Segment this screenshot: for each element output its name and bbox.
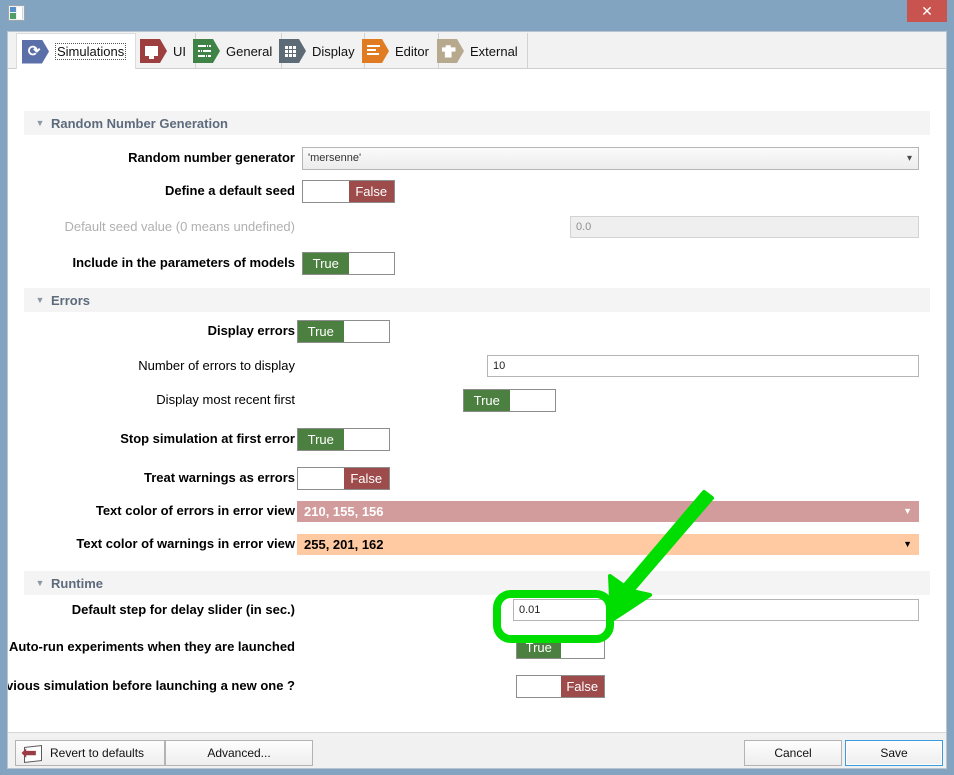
label-random-generator: Random number generator	[128, 150, 295, 165]
tab-ui[interactable]: UI	[135, 33, 196, 69]
treat-warnings-toggle[interactable]: False	[297, 467, 390, 490]
preferences-dialog: ⟳ Simulations UI General Display Editor …	[7, 31, 947, 769]
app-window-icon	[8, 5, 25, 21]
chevron-down-icon: ▼	[903, 506, 912, 516]
settings-window: ✕ ⟳ Simulations UI General Display Edito…	[0, 0, 954, 775]
toggle-left	[517, 676, 561, 697]
include-params-toggle[interactable]: True	[302, 252, 395, 275]
label-seed-value: Default seed value (0 means undefined)	[64, 219, 295, 234]
puzzle-icon	[437, 39, 464, 63]
display-errors-toggle[interactable]: True	[297, 320, 390, 343]
advanced-button-label: Advanced...	[207, 746, 271, 760]
tab-display[interactable]: Display	[274, 33, 365, 69]
revert-to-defaults-button[interactable]: ⬅ Revert to defaults	[15, 740, 165, 766]
recent-first-toggle[interactable]: True	[463, 389, 556, 412]
toggle-right	[560, 637, 604, 658]
delay-step-input[interactable]: 0.01	[513, 599, 919, 621]
label-treat-warnings: Treat warnings as errors	[143, 470, 295, 485]
toggle-left	[298, 468, 344, 489]
label-stop-at-first-error: Stop simulation at first error	[120, 431, 295, 446]
tab-simulations[interactable]: ⟳ Simulations	[16, 33, 137, 69]
grid-icon	[279, 39, 306, 63]
toggle-left: True	[298, 429, 344, 450]
tab-label: UI	[173, 43, 186, 59]
tab-label: Editor	[395, 43, 429, 59]
seed-value-input[interactable]: 0.0	[570, 216, 919, 238]
tab-editor[interactable]: Editor	[357, 33, 439, 69]
chevron-down-icon: ▼	[903, 539, 912, 549]
monitor-icon	[140, 39, 167, 63]
settings-panel: ▼ Random Number Generation Random number…	[8, 69, 946, 732]
label-delay-step: Default step for delay slider (in sec.)	[71, 602, 295, 617]
toggle-left: True	[517, 637, 561, 658]
label-define-seed: Define a default seed	[164, 183, 295, 198]
dialog-footer: ⬅ Revert to defaults Advanced... Cancel …	[8, 732, 946, 768]
title-bar: ✕	[0, 0, 954, 27]
toggle-right	[509, 390, 555, 411]
error-color-value: 210, 155, 156	[304, 504, 384, 519]
toggle-right: False	[348, 181, 394, 202]
undo-arrow-icon: ⬅	[21, 744, 45, 763]
tab-external[interactable]: External	[432, 33, 528, 69]
section-header-rng[interactable]: ▼ Random Number Generation	[24, 111, 930, 135]
lines-icon	[362, 39, 389, 63]
chevron-down-icon[interactable]: ▼	[32, 295, 48, 305]
toggle-left	[303, 181, 349, 202]
autorun-toggle[interactable]: True	[516, 636, 605, 659]
label-error-color: Text color of errors in error view	[95, 503, 295, 518]
label-include-params: Include in the parameters of models	[72, 255, 296, 270]
label-recent-first: Display most recent first	[156, 392, 295, 407]
random-generator-value: 'mersenne'	[308, 152, 362, 164]
section-title: Random Number Generation	[51, 115, 228, 131]
label-autorun: Auto-run experiments when they are launc…	[8, 639, 295, 654]
revert-button-label: Revert to defaults	[50, 746, 145, 760]
label-ask-close: Ask to close the previous simulation bef…	[8, 678, 295, 693]
chevron-down-icon[interactable]: ▼	[32, 578, 48, 588]
warning-color-value: 255, 201, 162	[304, 537, 384, 552]
cancel-button-label: Cancel	[774, 746, 812, 760]
section-title: Errors	[51, 292, 91, 308]
toggle-right	[348, 253, 394, 274]
toggle-right: False	[560, 676, 604, 697]
save-button[interactable]: Save	[845, 740, 943, 766]
toggle-left: True	[303, 253, 349, 274]
toggle-right	[343, 429, 389, 450]
tab-general[interactable]: General	[188, 33, 283, 69]
warning-text-color-select[interactable]: 255, 201, 162 ▼	[297, 534, 919, 555]
section-header-errors[interactable]: ▼ Errors	[24, 288, 930, 312]
toggle-left: True	[298, 321, 344, 342]
section-header-runtime[interactable]: ▼ Runtime	[24, 571, 930, 595]
define-seed-toggle[interactable]: False	[302, 180, 395, 203]
tab-label: Simulations	[55, 43, 127, 60]
number-errors-input[interactable]: 10	[487, 355, 919, 377]
save-button-label: Save	[880, 746, 908, 760]
advanced-button[interactable]: Advanced...	[165, 740, 313, 766]
toggle-right	[343, 321, 389, 342]
chevron-down-icon[interactable]: ▼	[32, 118, 48, 128]
refresh-icon: ⟳	[22, 39, 49, 64]
tab-bar: ⟳ Simulations UI General Display Editor …	[8, 32, 946, 69]
label-warning-color: Text color of warnings in error view	[76, 536, 295, 551]
section-title: Runtime	[51, 575, 103, 591]
tab-label: External	[470, 43, 518, 59]
tab-label: Display	[312, 43, 355, 59]
toggle-left: True	[464, 390, 510, 411]
chevron-down-icon: ▾	[906, 153, 912, 164]
error-text-color-select[interactable]: 210, 155, 156 ▼	[297, 501, 919, 522]
tab-label: General	[226, 43, 273, 59]
stop-at-first-error-toggle[interactable]: True	[297, 428, 390, 451]
close-icon[interactable]: ✕	[907, 0, 947, 22]
label-number-errors: Number of errors to display	[138, 358, 295, 373]
ask-close-toggle[interactable]: False	[516, 675, 605, 698]
random-generator-select[interactable]: 'mersenne' ▾	[302, 147, 919, 170]
toggle-right: False	[343, 468, 389, 489]
cancel-button[interactable]: Cancel	[744, 740, 842, 766]
label-display-errors: Display errors	[207, 323, 295, 338]
sliders-icon	[193, 39, 220, 63]
